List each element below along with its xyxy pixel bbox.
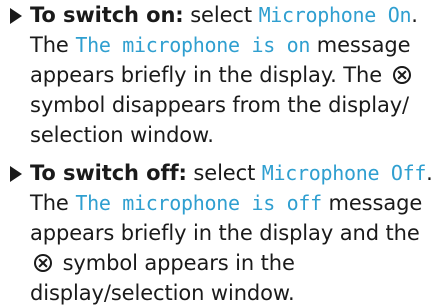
step-switch-on: To switch on: select Microphone On. The T… <box>10 0 435 150</box>
step-switch-off: To switch off: select Microphone Off. The… <box>10 158 435 308</box>
bullet-arrow-icon <box>10 166 22 182</box>
step-label: To switch on: <box>30 3 184 27</box>
instruction-page: To switch on: select Microphone On. The T… <box>0 0 441 305</box>
display-message: The microphone is off <box>75 191 322 215</box>
step-label: To switch off: <box>30 161 187 185</box>
display-message: The microphone is on <box>75 33 311 57</box>
bullet-arrow-icon <box>10 8 22 24</box>
step-text: To switch on: select Microphone On. The T… <box>30 3 418 147</box>
microphone-off-icon <box>392 66 411 84</box>
select-word: select <box>193 161 256 185</box>
microphone-off-icon <box>34 254 52 272</box>
menu-option: Microphone On <box>258 3 412 27</box>
text-a: The <box>30 33 69 57</box>
select-word: select <box>190 3 252 27</box>
text-a: The <box>30 191 69 215</box>
text-c: symbol disappears from the display/ sele… <box>30 93 410 147</box>
text-c: symbol appears in the display/selection … <box>30 251 295 305</box>
menu-option: Microphone Off <box>261 161 427 185</box>
step-text: To switch off: select Microphone Off. The… <box>30 161 433 305</box>
